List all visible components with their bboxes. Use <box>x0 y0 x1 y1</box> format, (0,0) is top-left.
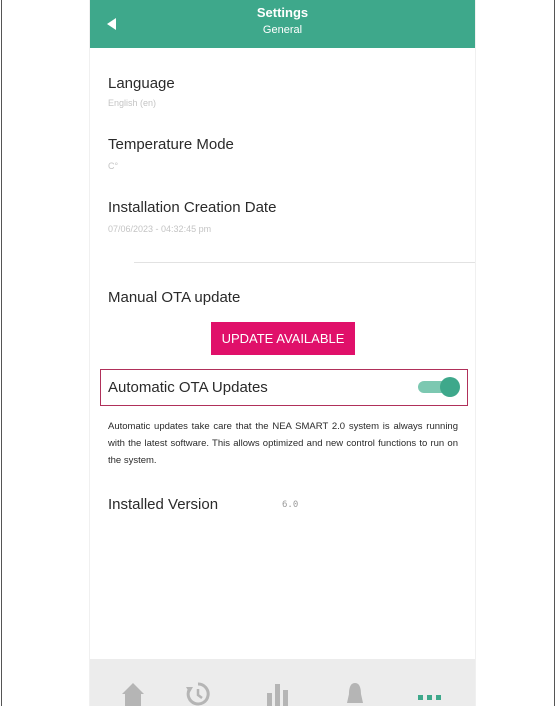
statistics-icon <box>267 684 288 706</box>
temperature-mode-label[interactable]: Temperature Mode <box>108 136 234 153</box>
home-icon <box>122 683 144 706</box>
app-right-edge <box>475 0 476 706</box>
toggle-knob <box>440 377 460 397</box>
automatic-ota-toggle[interactable] <box>416 376 460 398</box>
language-label[interactable]: Language <box>108 75 175 92</box>
page-title: Settings <box>256 5 309 20</box>
nav-history[interactable] <box>178 659 218 706</box>
update-available-button[interactable]: UPDATE AVAILABLE <box>211 322 355 355</box>
frame-right-border <box>554 0 555 706</box>
nav-statistics[interactable] <box>258 659 298 706</box>
settings-screen: Settings General Language English (en) T… <box>90 0 475 706</box>
nav-notifications[interactable] <box>335 659 375 706</box>
automatic-ota-label: Automatic OTA Updates <box>108 379 268 396</box>
section-divider <box>134 262 475 263</box>
nav-home[interactable] <box>113 659 153 706</box>
installation-date-label: Installation Creation Date <box>108 199 277 216</box>
installed-version-value: 6.0 <box>282 500 299 510</box>
temperature-mode-value: C° <box>108 161 119 171</box>
more-icon <box>418 695 441 700</box>
automatic-ota-row: Automatic OTA Updates <box>100 369 468 406</box>
page-subtitle: General <box>262 24 303 36</box>
bottom-navigation <box>90 659 475 706</box>
installed-version-label: Installed Version <box>108 496 219 513</box>
nav-more[interactable] <box>408 659 448 706</box>
installation-date-value: 07/06/2023 - 04:32:45 pm <box>108 224 212 234</box>
manual-ota-label: Manual OTA update <box>108 289 241 306</box>
frame-left-border <box>1 0 2 706</box>
header-bar: Settings General <box>90 0 475 48</box>
automatic-ota-description: Automatic updates take care that the NEA… <box>108 421 458 466</box>
bell-icon <box>347 683 363 703</box>
language-value: English (en) <box>108 98 157 108</box>
history-icon <box>186 682 210 706</box>
